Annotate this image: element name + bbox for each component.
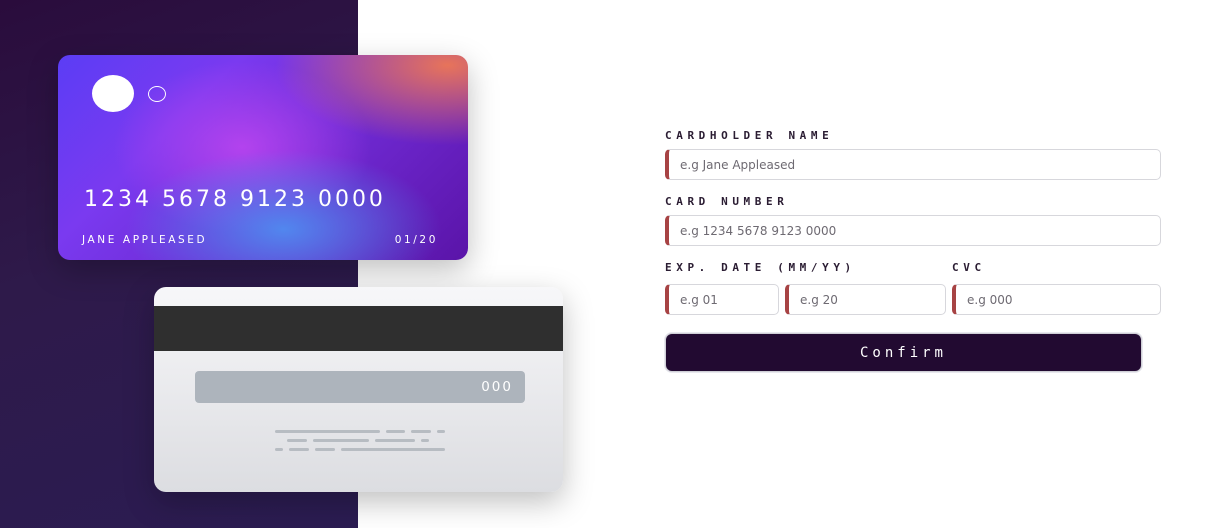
card-number-input[interactable] xyxy=(665,215,1161,246)
card-cvc-display: 000 xyxy=(481,379,513,395)
card-logo-circle-small xyxy=(148,86,166,102)
card-details-form: CARDHOLDER NAME CARD NUMBER EXP. DATE (M… xyxy=(665,0,1165,528)
decorative-line xyxy=(386,430,405,433)
expiry-year-input[interactable] xyxy=(785,284,946,315)
signature-strip: 000 xyxy=(195,371,525,403)
decorative-line xyxy=(289,448,309,451)
expiry-month-input[interactable] xyxy=(665,284,779,315)
cardholder-name-label: CARDHOLDER NAME xyxy=(665,129,834,142)
decorative-line xyxy=(287,439,307,442)
decorative-line xyxy=(375,439,415,442)
card-logo-circle-large xyxy=(92,75,134,112)
confirm-button[interactable]: Confirm xyxy=(665,333,1142,372)
cardholder-name-input[interactable] xyxy=(665,149,1161,180)
decorative-line xyxy=(275,448,283,451)
card-expiry-display: 01/20 xyxy=(394,234,438,246)
card-back: 000 xyxy=(154,287,563,492)
cvc-input[interactable] xyxy=(952,284,1161,315)
decorative-line xyxy=(275,430,380,433)
decorative-line xyxy=(411,430,431,433)
card-number-label: CARD NUMBER xyxy=(665,195,789,208)
magnetic-stripe xyxy=(154,306,563,351)
decorative-line xyxy=(437,430,445,433)
decorative-line xyxy=(341,448,445,451)
decorative-line xyxy=(315,448,335,451)
card-number-display: 1234 5678 9123 0000 xyxy=(84,187,386,212)
decorative-line xyxy=(421,439,429,442)
decorative-line xyxy=(313,439,369,442)
expiry-date-label: EXP. DATE (MM/YY) xyxy=(665,261,856,274)
cvc-label: CVC xyxy=(952,261,986,274)
cardholder-name-display: JANE APPLEASED xyxy=(82,234,208,246)
card-front: 1234 5678 9123 0000 JANE APPLEASED 01/20 xyxy=(58,55,468,260)
